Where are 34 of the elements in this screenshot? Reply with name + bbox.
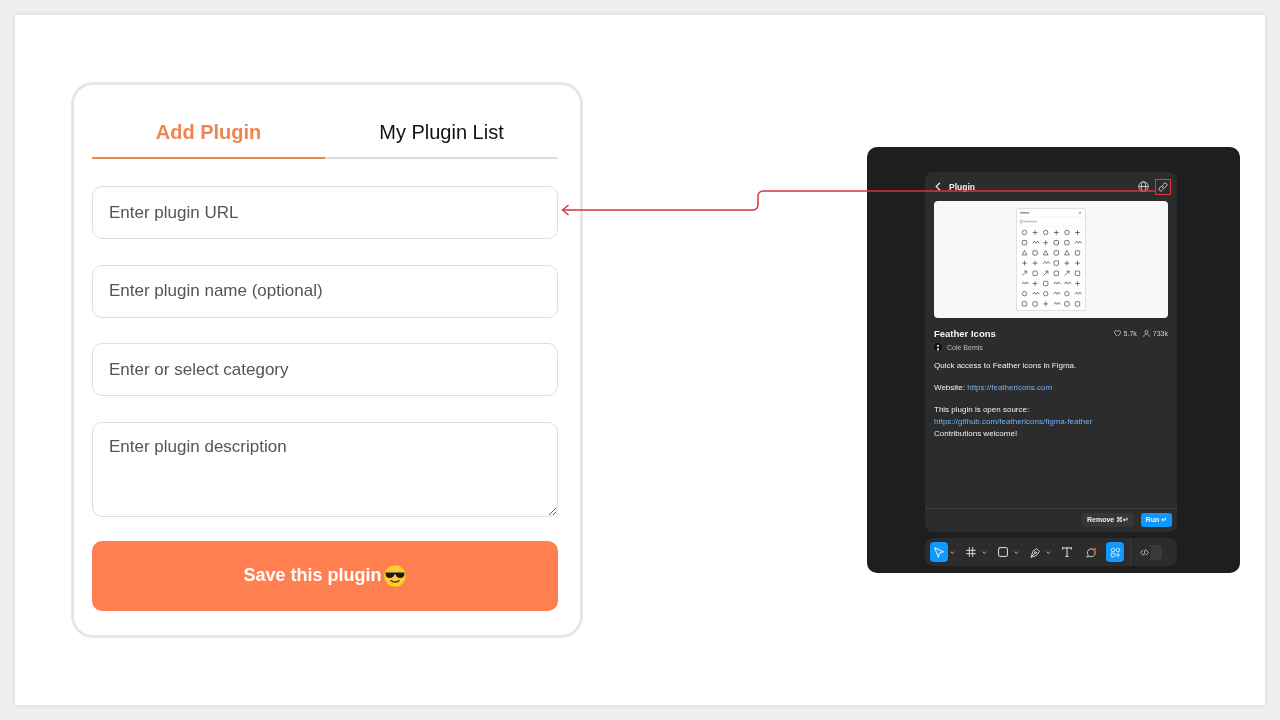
tab[interactable]: My Plugin List xyxy=(325,105,558,159)
caret-icon[interactable] xyxy=(949,550,955,554)
input-field[interactable]: Enter plugin URL xyxy=(92,186,558,239)
shapes-grid-icon xyxy=(1109,546,1121,558)
avatar-icon xyxy=(934,343,942,351)
user-icon xyxy=(1143,329,1151,337)
panel-title: Plugin xyxy=(949,181,975,192)
plugin-name: Feather Icons xyxy=(934,327,996,339)
link[interactable]: https://github.com/feathericons/figma-feather xyxy=(934,417,1093,426)
description-text: Website: https://feathericons.com xyxy=(934,382,1054,394)
input-field[interactable]: Enter or select category xyxy=(92,343,558,396)
link[interactable]: https://feathericons.com xyxy=(967,383,1053,392)
pen-icon xyxy=(1029,546,1041,558)
actions-tool[interactable] xyxy=(1106,542,1124,562)
description-text: Quick access to Feather icons in Figma. xyxy=(934,360,1078,372)
description-text: Contributions welcome! xyxy=(934,428,1019,440)
pointer-icon xyxy=(934,546,944,558)
hash-icon xyxy=(966,547,976,557)
caret-icon[interactable] xyxy=(1013,550,1019,554)
text-tool-icon xyxy=(1062,547,1072,557)
comment-icon xyxy=(1085,546,1097,558)
heart-icon[interactable] xyxy=(1114,329,1122,337)
globe-icon[interactable] xyxy=(1138,181,1149,192)
description-text: This plugin is open source: https://github.com/feathericons/figma-feather xyxy=(934,404,1094,428)
text-area-field[interactable]: Enter plugin description xyxy=(92,421,558,517)
dev-mode-toggle[interactable] xyxy=(1137,544,1162,560)
caret-icon[interactable] xyxy=(1045,550,1051,554)
input-field[interactable]: Enter plugin name (optional) xyxy=(92,264,558,318)
caret-icon[interactable] xyxy=(981,550,987,554)
square-icon xyxy=(998,547,1008,557)
sunglasses-face-icon xyxy=(382,563,407,588)
back-icon[interactable] xyxy=(935,182,941,191)
move-tool[interactable] xyxy=(930,542,948,562)
code-icon xyxy=(1139,548,1149,556)
